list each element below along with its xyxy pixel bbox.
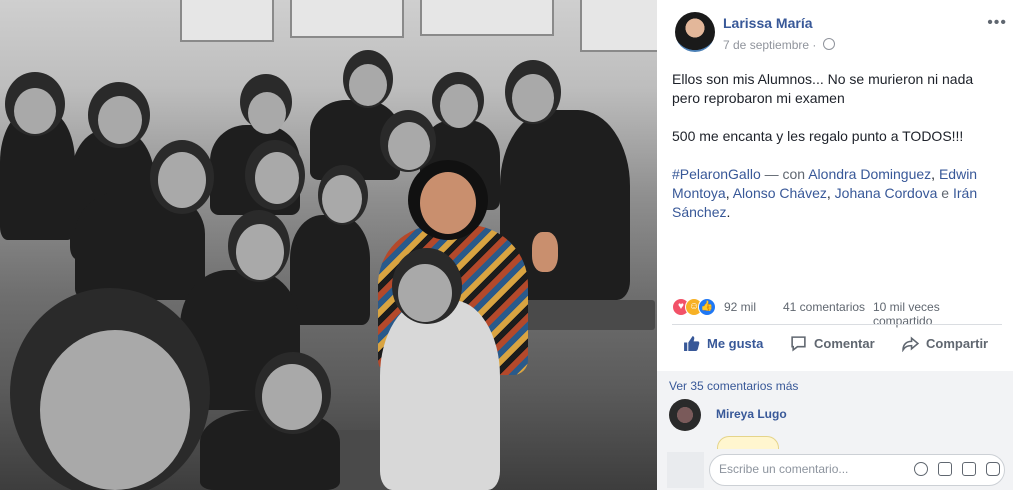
reaction-count[interactable]: 92 mil — [724, 300, 756, 314]
share-icon — [902, 336, 919, 352]
student-face — [236, 224, 284, 280]
student-face — [349, 64, 387, 106]
share-button[interactable]: Compartir — [902, 335, 988, 352]
classroom-window — [180, 0, 274, 42]
tagged-person[interactable]: Alonso Chávez — [733, 185, 827, 201]
share-label: Compartir — [926, 336, 989, 351]
tag-separator: , — [725, 185, 733, 201]
student-face — [388, 122, 430, 170]
tag-separator: e — [937, 185, 953, 201]
student-face — [512, 74, 554, 122]
tag-separator: , — [826, 185, 835, 201]
student-face — [440, 84, 478, 128]
more-options-icon[interactable]: ••• — [987, 14, 1007, 32]
student-face — [398, 264, 452, 322]
gif-icon[interactable] — [962, 462, 976, 476]
student-face — [322, 175, 362, 223]
classroom-window — [290, 0, 404, 38]
student-face — [255, 152, 299, 204]
facebook-photo-viewer: Larissa María 7 de septiembre · ••• Ello… — [0, 0, 1013, 490]
post-photo[interactable] — [0, 0, 657, 490]
author-avatar[interactable] — [675, 12, 715, 52]
student-face — [98, 96, 142, 144]
divider — [672, 324, 1002, 325]
post-meta: 7 de septiembre · — [723, 38, 835, 52]
post-header: Larissa María 7 de septiembre · ••• — [667, 10, 1007, 54]
tagged-person[interactable]: Johana Cordova — [835, 185, 938, 201]
comment-input-placeholder[interactable]: Escribe un comentario... — [719, 462, 848, 476]
post-text-line: 500 me encanta y les regalo punto a TODO… — [672, 128, 964, 144]
classroom-window — [580, 0, 657, 52]
globe-icon — [822, 38, 835, 50]
like-icon[interactable]: 👍 — [698, 298, 716, 316]
post-actions: Me gusta Comentar Compartir — [672, 330, 1002, 360]
emoji-icon[interactable] — [914, 462, 928, 476]
student-face — [158, 152, 206, 208]
student-face — [248, 92, 286, 134]
post-side-panel: Larissa María 7 de septiembre · ••• Ello… — [657, 0, 1013, 490]
like-label: Me gusta — [707, 336, 764, 351]
peace-sign-hand — [532, 232, 558, 272]
hashtag-link[interactable]: #PelaronGallo — [672, 166, 761, 182]
classroom-window — [420, 0, 554, 36]
selfie-face — [40, 330, 190, 490]
student — [380, 300, 500, 490]
author-name[interactable]: Larissa María — [723, 15, 813, 31]
post-text-line: Ellos son mis Alumnos... No se murieron … — [672, 71, 974, 106]
reaction-summary: ♥ ☺ 👍 92 mil 41 comentarios 10 mil veces… — [672, 296, 1002, 328]
meta-separator: · — [812, 38, 817, 52]
thumbs-up-icon — [684, 336, 700, 351]
commenter-name[interactable]: Mireya Lugo — [716, 407, 787, 421]
with-text: — con — [760, 166, 809, 182]
teacher-face — [420, 172, 476, 234]
viewer-avatar — [667, 452, 704, 488]
commenter-avatar[interactable] — [669, 399, 701, 431]
comment-count[interactable]: 41 comentarios — [783, 300, 865, 314]
sticker-icon[interactable] — [986, 462, 1000, 476]
post-text: Ellos son mis Alumnos... No se murieron … — [672, 70, 1002, 241]
comment-label: Comentar — [814, 336, 875, 351]
comment-composer[interactable]: Escribe un comentario... — [709, 454, 1005, 486]
tag-end: . — [726, 204, 731, 220]
post-tags: #PelaronGallo — con Alondra Dominguez, E… — [672, 165, 1002, 222]
post-date[interactable]: 7 de septiembre — [723, 38, 809, 52]
comment-button[interactable]: Comentar — [790, 335, 875, 352]
tagged-person[interactable]: Alondra Dominguez — [808, 166, 931, 182]
like-button[interactable]: Me gusta — [683, 335, 763, 352]
student — [290, 215, 370, 325]
comment-icon — [791, 336, 806, 352]
student-face — [14, 88, 56, 134]
camera-icon[interactable] — [938, 462, 952, 476]
comment-bubble — [717, 436, 779, 449]
view-more-comments-link[interactable]: Ver 35 comentarios más — [669, 379, 798, 393]
student-face — [262, 364, 322, 430]
tag-separator: , — [931, 166, 939, 182]
